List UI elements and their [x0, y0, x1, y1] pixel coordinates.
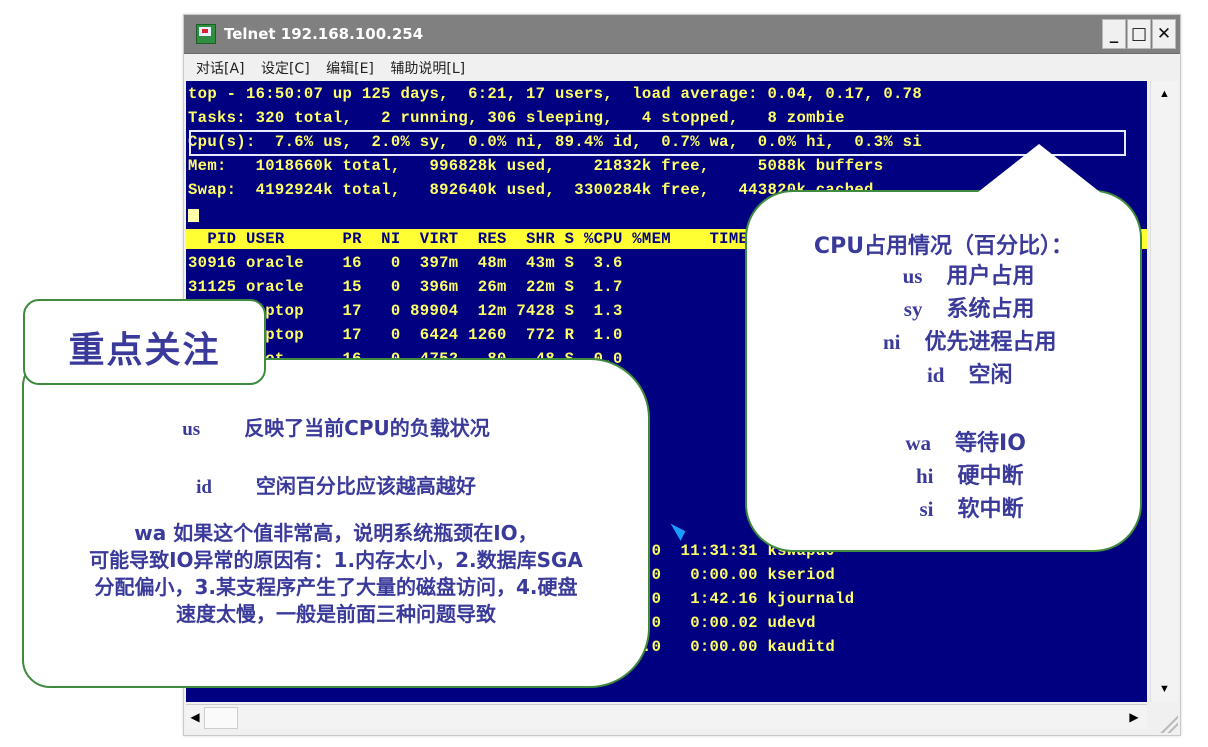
- cpu-field-desc: 软中断: [957, 497, 1024, 522]
- window-title: Telnet 192.168.100.254: [224, 25, 424, 43]
- process-row: 31125 oracle 15 0 396m 26m 22m S 1.7: [188, 278, 623, 296]
- tasks-line: Tasks: 320 total, 2 running, 306 sleepin…: [188, 109, 845, 127]
- cpu-fields-heading: CPU占用情况（百分比）：: [813, 234, 1074, 259]
- cpu-field-desc: 等待IO: [955, 431, 1026, 456]
- scroll-left-icon[interactable]: ◀: [186, 705, 204, 729]
- scroll-right-icon[interactable]: ▶: [1125, 705, 1143, 729]
- cpu-field-desc: 用户占用: [946, 264, 1035, 289]
- wa-line: 速度太慢，一般是前面三种问题导致: [176, 602, 496, 626]
- scroll-down-icon[interactable]: ▼: [1151, 678, 1178, 700]
- cpu-field-si: si 软中断: [747, 491, 1140, 523]
- telnet-app-icon: [196, 24, 216, 44]
- mem-line: Mem: 1018660k total, 996828k used, 21832…: [188, 157, 884, 175]
- cpu-field-hi: hi 硬中断: [747, 458, 1140, 490]
- wa-line: 可能导致IO异常的原因有：1.内存太小，2.数据库SGA: [89, 548, 583, 572]
- menu-help[interactable]: 辅助说明[L]: [390, 58, 465, 78]
- focus-item-key: us: [182, 419, 201, 440]
- cpu-field-desc: 硬中断: [957, 464, 1024, 489]
- cpu-field-key: hi: [915, 464, 934, 488]
- minimize-button[interactable]: _: [1102, 19, 1126, 49]
- vertical-scrollbar[interactable]: ▲ ▼: [1150, 81, 1178, 702]
- focus-callout-title: 重点关注: [23, 299, 266, 385]
- cpu-field-us: us 用户占用: [747, 258, 1140, 290]
- cpu-field-key: sy: [903, 297, 923, 321]
- focus-callout-body: us 反映了当前CPU的负载状况 id 空闲百分比应该越高越好 wa 如果这个值非常…: [22, 358, 650, 688]
- menu-bar: 对话[A] 设定[C] 编辑[E] 辅助说明[L]: [184, 54, 1180, 80]
- wa-line: 分配偏小，3.某支程序产生了大量的磁盘访问，4.硬盘: [94, 575, 578, 599]
- horizontal-scroll-thumb[interactable]: [204, 707, 238, 729]
- focus-item-id: id 空闲百分比应该越高越好: [24, 470, 648, 499]
- cpu-field-key: si: [919, 497, 934, 521]
- focus-item-key: id: [196, 477, 212, 498]
- top-summary-line: top - 16:50:07 up 125 days, 6:21, 17 use…: [188, 85, 922, 103]
- focus-item-text: 空闲百分比应该越高越好: [255, 474, 476, 498]
- cpu-field-key: id: [926, 363, 945, 387]
- scroll-up-icon[interactable]: ▲: [1151, 83, 1178, 105]
- wa-explanation: wa 如果这个值非常高，说明系统瓶颈在IO， 可能导致IO异常的原因有：1.内存…: [40, 520, 632, 628]
- menu-settings[interactable]: 设定[C]: [261, 58, 310, 78]
- close-button[interactable]: ✕: [1152, 19, 1176, 49]
- cpu-field-sy: sy 系统占用: [747, 291, 1140, 323]
- focus-item-text: 反映了当前CPU的负载状况: [244, 416, 490, 440]
- cpu-field-desc: 空闲: [968, 363, 1013, 388]
- cpu-field-ni: ni 优先进程占用: [747, 324, 1140, 356]
- cpu-field-key: us: [902, 264, 923, 288]
- cpu-fields-callout: CPU占用情况（百分比）： us 用户占用 sy 系统占用 ni 优先进程占用 id 空闲 wa…: [745, 144, 1142, 552]
- cpu-field-desc: 系统占用: [946, 297, 1035, 322]
- focus-title-text: 重点关注: [68, 330, 221, 371]
- menu-edit[interactable]: 编辑[E]: [326, 58, 374, 78]
- maximize-button[interactable]: □: [1127, 19, 1151, 49]
- horizontal-scrollbar[interactable]: ◀ ▶: [186, 704, 1147, 729]
- wa-line: wa 如果这个值非常高，说明系统瓶颈在IO，: [134, 521, 538, 545]
- cpu-field-wa: wa 等待IO: [747, 425, 1140, 457]
- terminal-cursor: [188, 209, 199, 222]
- resize-grip-icon[interactable]: [1156, 711, 1178, 733]
- cpu-field-desc: 优先进程占用: [924, 330, 1057, 355]
- title-bar[interactable]: Telnet 192.168.100.254 _ □ ✕: [184, 15, 1180, 54]
- menu-dialog[interactable]: 对话[A]: [196, 58, 245, 78]
- cpu-field-id: id 空闲: [747, 357, 1140, 389]
- process-row: 30916 oracle 16 0 397m 48m 43m S 3.6: [188, 254, 623, 272]
- focus-item-us: us 反映了当前CPU的负载状况: [24, 412, 648, 441]
- cpu-field-key: ni: [882, 330, 901, 354]
- callout-pointer: [973, 144, 1105, 196]
- cpu-field-key: wa: [905, 431, 932, 455]
